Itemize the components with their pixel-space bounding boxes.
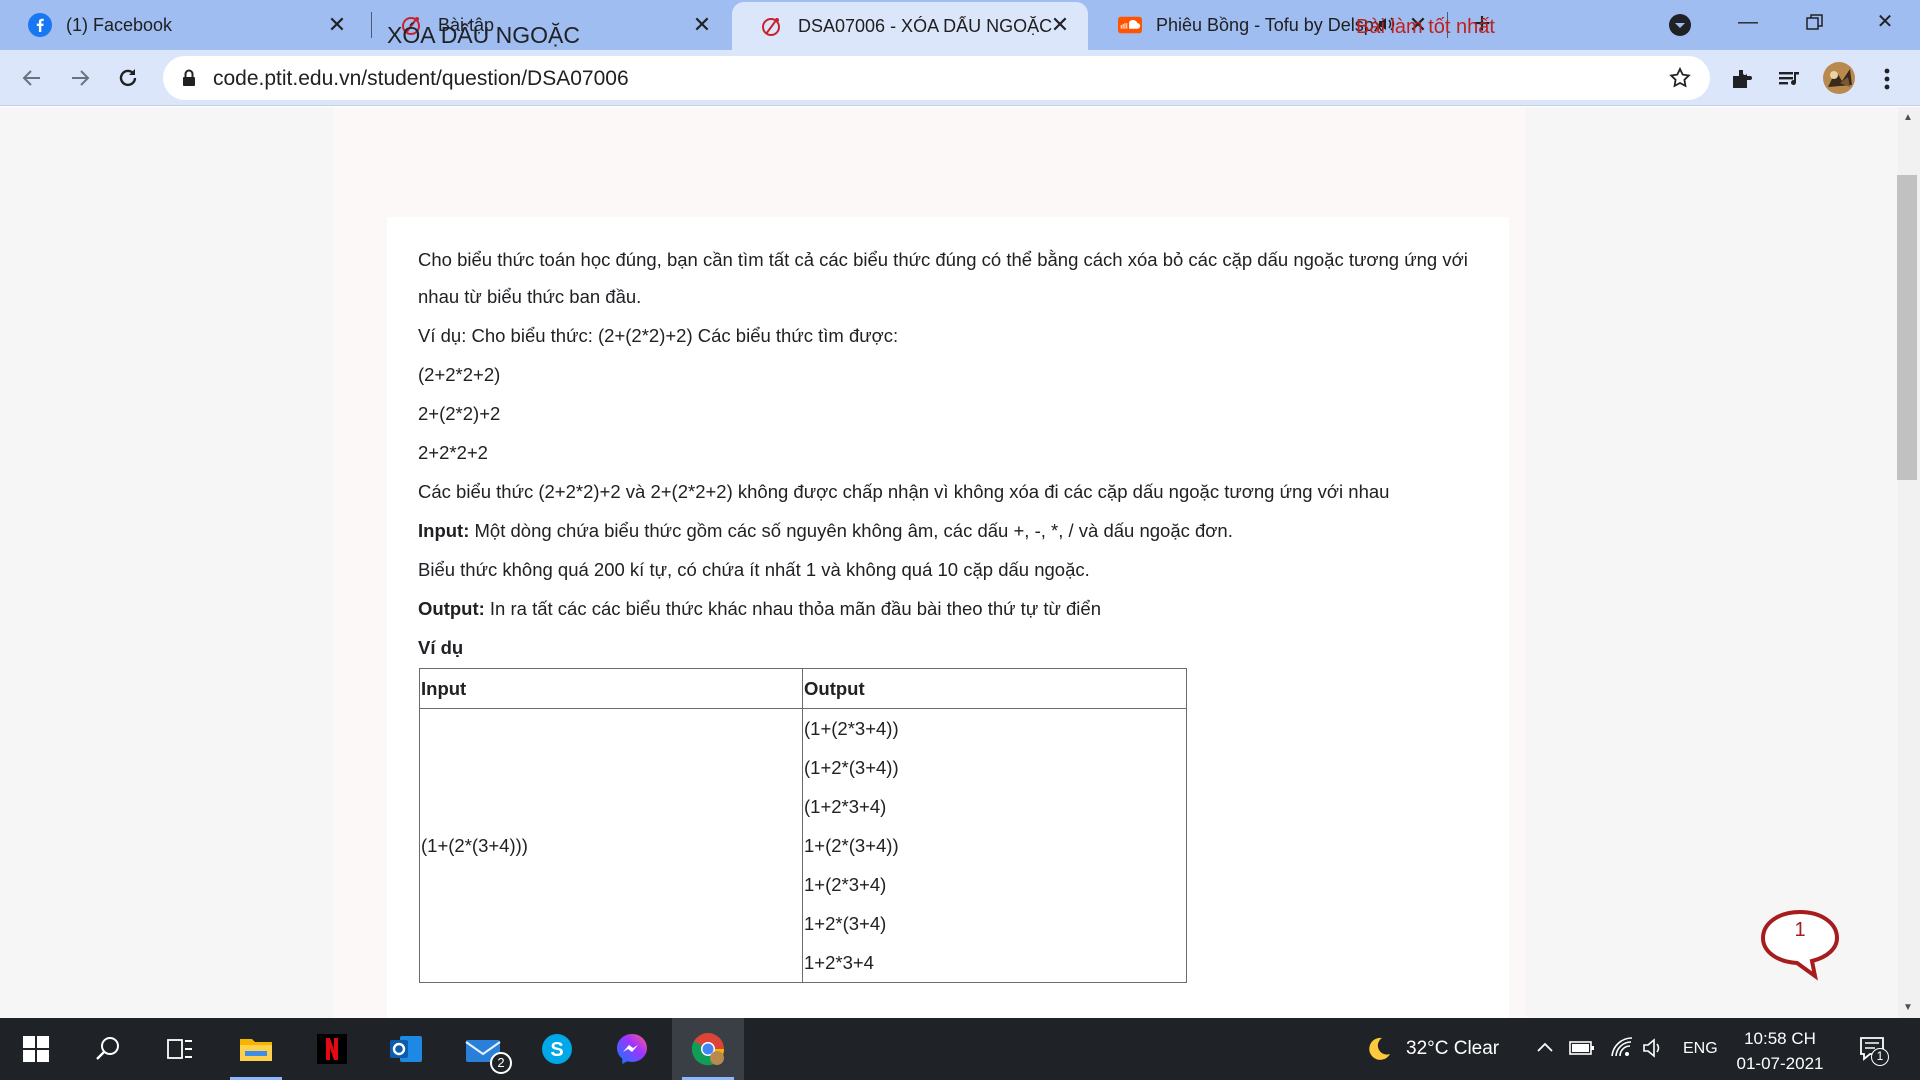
windows-taskbar: 2 S 32°C Clear ENG 10:58 CH 01-07-2021 1 — [0, 1018, 1920, 1080]
tab-search-icon[interactable] — [1668, 13, 1692, 42]
constraint-text: Biểu thức không quá 200 kí tự, có chứa í… — [418, 559, 1090, 580]
close-window-button[interactable]: ✕ — [1855, 0, 1915, 44]
search-icon[interactable] — [72, 1018, 144, 1080]
avatar[interactable] — [1822, 61, 1856, 95]
table-row: (1+(2*(3+4))) (1+(2*3+4)) (1+2*(3+4)) (1… — [419, 708, 1187, 983]
clock-time: 10:58 CH — [1744, 1029, 1816, 1048]
back-button[interactable] — [12, 58, 52, 98]
url-text[interactable]: code.ptit.edu.vn/student/question/DSA070… — [213, 67, 629, 91]
lock-icon[interactable] — [181, 69, 197, 92]
tab-label: DSA07006 - XÓA DẤU NGOẶC — [798, 15, 1053, 36]
best-solutions-link[interactable]: Bài làm tốt nhất — [1356, 16, 1495, 39]
bookmark-star-icon[interactable] — [1668, 66, 1692, 95]
tab-facebook[interactable]: (1) Facebook ✕ — [0, 0, 365, 50]
example-intro: Ví dụ: Cho biểu thức: (2+(2*2)+2) Các bi… — [418, 325, 899, 346]
clock[interactable]: 10:58 CH 01-07-2021 — [1720, 1026, 1840, 1076]
task-view-icon[interactable] — [144, 1018, 216, 1080]
address-bar[interactable]: code.ptit.edu.vn/student/question/DSA070… — [163, 56, 1710, 100]
tab-label: (1) Facebook — [66, 14, 173, 35]
close-tab-icon[interactable]: ✕ — [1048, 13, 1072, 37]
problem-statement: Cho biểu thức toán học đúng, bạn cần tìm… — [418, 241, 1488, 668]
facebook-icon — [28, 13, 52, 37]
example-result-3: 2+2*2+2 — [418, 442, 488, 463]
input-label: Input: — [418, 520, 470, 541]
soundcloud-icon — [1118, 13, 1142, 37]
scroll-up-arrow[interactable]: ▲ — [1903, 112, 1913, 123]
extensions-icon[interactable] — [1727, 64, 1757, 94]
output-spec: Output: In ra tất các các biểu thức khác… — [418, 590, 1488, 627]
output-line: 1+2*3+4 — [804, 952, 874, 973]
scrollbar-thumb[interactable] — [1897, 175, 1917, 480]
svg-text:S: S — [550, 1039, 563, 1061]
file-explorer-icon[interactable] — [220, 1018, 292, 1080]
notifications-icon[interactable]: 1 — [1858, 1034, 1889, 1069]
weather-moon-icon[interactable] — [1364, 1035, 1392, 1068]
output-label: Output: — [418, 598, 485, 619]
media-control-icon[interactable] — [1775, 64, 1805, 94]
output-line: (1+2*3+4) — [804, 796, 887, 817]
scroll-down-arrow[interactable]: ▼ — [1903, 1002, 1913, 1013]
output-line: (1+(2*3+4)) — [804, 718, 899, 739]
mail-icon[interactable]: 2 — [447, 1018, 519, 1080]
mail-badge: 2 — [490, 1052, 512, 1074]
page-title: XÓA DẤU NGOẶC — [387, 22, 580, 48]
volume-icon[interactable] — [1642, 1036, 1666, 1065]
chat-badge: 1 — [1794, 919, 1806, 941]
output-line: 1+2*(3+4) — [804, 913, 887, 934]
invalid-note: Các biểu thức (2+2*2)+2 và 2+(2*2+2) khô… — [418, 481, 1390, 502]
skype-icon[interactable]: S — [521, 1018, 593, 1080]
example-table: Input Output (1+(2*(3+4))) (1+(2*3+4)) (… — [419, 668, 1187, 983]
weather-text[interactable]: 32°C Clear — [1406, 1038, 1499, 1060]
input-text: Một dòng chứa biểu thức gồm các số nguyê… — [469, 520, 1233, 541]
menu-kebab-icon[interactable] — [1872, 64, 1902, 94]
restore-button[interactable] — [1785, 0, 1845, 44]
table-header-output: Output — [802, 668, 1187, 709]
tab-dsa07006[interactable]: DSA07006 - XÓA DẤU NGOẶC ✕ — [732, 2, 1088, 50]
example-result-2: 2+(2*2)+2 — [418, 403, 501, 424]
output-line: 1+(2*3+4) — [804, 874, 887, 895]
reload-button[interactable] — [108, 58, 148, 98]
messenger-icon[interactable] — [596, 1018, 668, 1080]
close-tab-icon[interactable]: ✕ — [690, 13, 714, 37]
forward-button[interactable] — [60, 58, 100, 98]
table-cell-input: (1+(2*(3+4))) — [419, 708, 803, 983]
notification-badge: 1 — [1871, 1048, 1889, 1066]
browser-toolbar: code.ptit.edu.vn/student/question/DSA070… — [0, 50, 1920, 106]
show-hidden-icons-icon[interactable] — [1535, 1038, 1555, 1063]
input-spec: Input: Một dòng chứa biểu thức gồm các s… — [418, 512, 1488, 549]
minimize-button[interactable]: — — [1718, 0, 1778, 44]
language-indicator[interactable]: ENG — [1683, 1040, 1718, 1058]
chrome-icon[interactable] — [672, 1018, 744, 1080]
battery-icon[interactable] — [1569, 1038, 1595, 1063]
start-button[interactable] — [0, 1018, 72, 1080]
netflix-icon[interactable] — [296, 1018, 368, 1080]
close-tab-icon[interactable]: ✕ — [325, 13, 349, 37]
example-heading: Ví dụ — [418, 629, 1488, 666]
problem-description: Cho biểu thức toán học đúng, bạn cần tìm… — [418, 249, 1468, 307]
tab-label: Phiêu Bồng - Tofu by Delspx — [1156, 14, 1383, 35]
table-cell-output: (1+(2*3+4)) (1+2*(3+4)) (1+2*3+4) 1+(2*(… — [802, 708, 1187, 983]
output-text: In ra tất các các biểu thức khác nhau th… — [484, 598, 1101, 619]
ptit-icon — [760, 14, 784, 38]
wifi-icon[interactable] — [1610, 1036, 1634, 1065]
output-line: 1+(2*(3+4)) — [804, 835, 899, 856]
table-header-row: Input Output — [419, 668, 1187, 709]
tab-strip: (1) Facebook ✕ Bài tập ✕ DSA07006 - XÓA … — [0, 0, 1920, 50]
example-result-1: (2+2*2+2) — [418, 364, 501, 385]
table-header-input: Input — [419, 668, 803, 709]
outlook-icon[interactable] — [370, 1018, 442, 1080]
example-heading-text: Ví dụ — [418, 637, 464, 658]
chat-bubble-button[interactable]: 1 — [1757, 906, 1843, 982]
output-line: (1+2*(3+4)) — [804, 757, 899, 778]
clock-date: 01-07-2021 — [1736, 1054, 1824, 1073]
